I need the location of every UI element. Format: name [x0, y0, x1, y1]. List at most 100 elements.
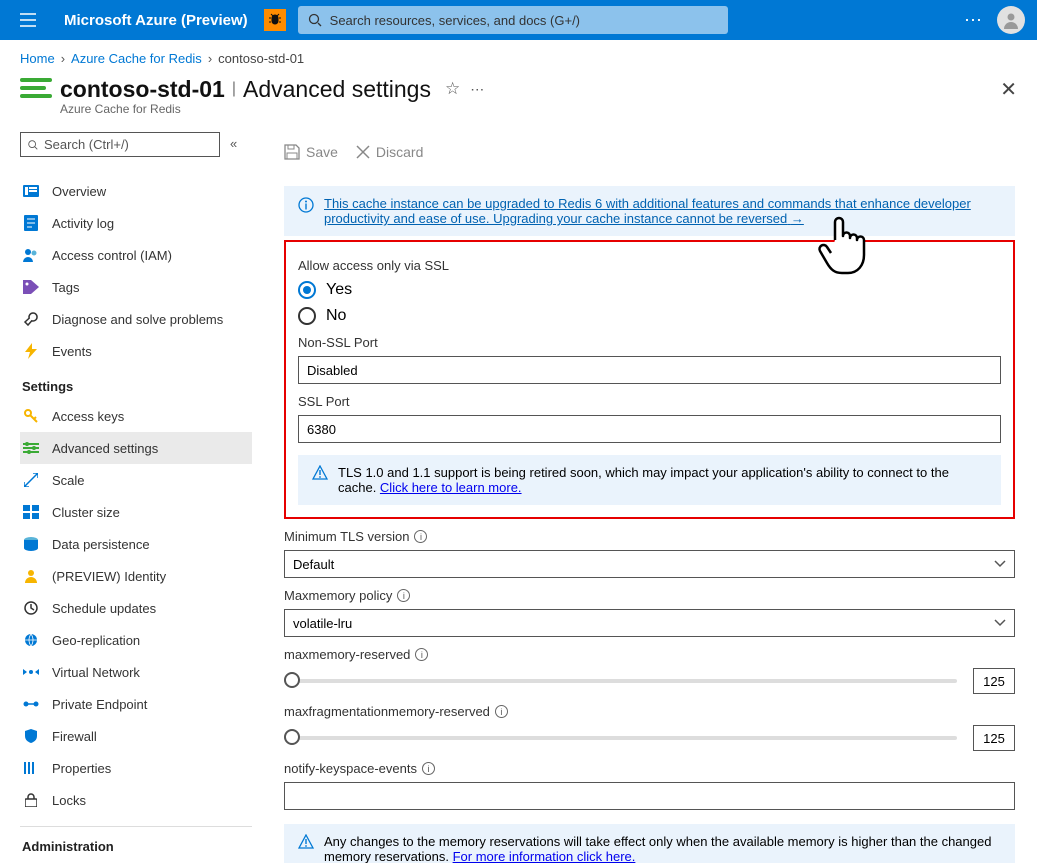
properties-icon: [22, 759, 40, 777]
key-icon: [22, 407, 40, 425]
sidebar-search-input[interactable]: Search (Ctrl+/): [20, 132, 220, 157]
resource-name: contoso-std-01: [60, 76, 225, 103]
non-ssl-port-label: Non-SSL Port: [298, 335, 1001, 350]
lock-icon: [22, 791, 40, 809]
sidebar-item-tags[interactable]: Tags: [20, 271, 252, 303]
ssl-access-label: Allow access only via SSL: [298, 258, 1001, 273]
min-tls-select[interactable]: Default: [284, 550, 1015, 578]
sidebar-item-properties[interactable]: Properties: [20, 752, 252, 784]
log-icon: [22, 214, 40, 232]
warning-icon: [312, 465, 328, 495]
memory-note-banner: Any changes to the memory reservations w…: [284, 824, 1015, 863]
wrench-icon: [22, 310, 40, 328]
chevron-down-icon: [994, 560, 1006, 568]
info-icon[interactable]: i: [495, 705, 508, 718]
save-button[interactable]: Save: [284, 144, 338, 160]
slider-thumb-icon[interactable]: [284, 729, 300, 745]
notify-keyspace-input[interactable]: [284, 782, 1015, 810]
maxmem-reserved-label: maxmemory-reservedi: [284, 647, 1015, 662]
resource-type-label: Azure Cache for Redis: [60, 102, 1037, 116]
warning-icon: [298, 834, 314, 863]
global-search[interactable]: Search resources, services, and docs (G+…: [298, 6, 728, 34]
disk-icon: [22, 535, 40, 553]
ssl-radio-no[interactable]: No: [298, 307, 1001, 325]
sidebar-item-access-control[interactable]: Access control (IAM): [20, 239, 252, 271]
sidebar-heading-settings: Settings: [22, 379, 252, 394]
radio-button-icon: [298, 281, 316, 299]
maxmem-reserved-value[interactable]: 125: [973, 668, 1015, 694]
top-header: Microsoft Azure (Preview) Search resourc…: [0, 0, 1037, 40]
user-avatar[interactable]: [997, 6, 1025, 34]
sidebar-item-data-persistence[interactable]: Data persistence: [20, 528, 252, 560]
shield-icon: [22, 727, 40, 745]
sidebar-item-firewall[interactable]: Firewall: [20, 720, 252, 752]
sidebar-item-identity[interactable]: (PREVIEW) Identity: [20, 560, 252, 592]
people-icon: [22, 246, 40, 264]
sidebar-item-activity-log[interactable]: Activity log: [20, 207, 252, 239]
cluster-icon: [22, 503, 40, 521]
sidebar-item-geo-replication[interactable]: Geo-replication: [20, 624, 252, 656]
clock-icon: [22, 599, 40, 617]
favorite-star-icon[interactable]: ☆: [445, 79, 460, 99]
arrow-right-icon: →: [791, 211, 804, 226]
breadcrumb: Home › Azure Cache for Redis › contoso-s…: [0, 40, 1037, 72]
sidebar-item-diagnose[interactable]: Diagnose and solve problems: [20, 303, 252, 335]
discard-button[interactable]: Discard: [356, 144, 423, 160]
radio-button-icon: [298, 307, 316, 325]
maxmem-reserved-slider[interactable]: [284, 679, 957, 683]
sidebar-item-events[interactable]: Events: [20, 335, 252, 367]
sidebar: Search (Ctrl+/) « Overview Activity log …: [0, 132, 256, 863]
upgrade-banner: This cache instance can be upgraded to R…: [284, 186, 1015, 236]
sidebar-item-private-endpoint[interactable]: Private Endpoint: [20, 688, 252, 720]
sliders-icon: [22, 439, 40, 457]
maxfrag-value[interactable]: 125: [973, 725, 1015, 751]
sidebar-item-advanced-settings[interactable]: Advanced settings: [20, 432, 252, 464]
memory-learn-more-link[interactable]: For more information click here.: [453, 849, 636, 863]
search-icon: [308, 13, 322, 27]
info-icon[interactable]: i: [414, 530, 427, 543]
overview-icon: [22, 182, 40, 200]
ssl-radio-yes[interactable]: Yes: [298, 281, 1001, 299]
tls-learn-more-link[interactable]: Click here to learn more.: [380, 480, 522, 495]
upgrade-link[interactable]: This cache instance can be upgraded to R…: [324, 196, 971, 226]
breadcrumb-home[interactable]: Home: [20, 51, 55, 66]
sidebar-item-cluster-size[interactable]: Cluster size: [20, 496, 252, 528]
slider-thumb-icon[interactable]: [284, 672, 300, 688]
sidebar-item-virtual-network[interactable]: Virtual Network: [20, 656, 252, 688]
hamburger-menu[interactable]: [8, 0, 48, 40]
header-more-icon[interactable]: ⋯: [964, 10, 983, 31]
info-icon[interactable]: i: [422, 762, 435, 775]
min-tls-label: Minimum TLS versioni: [284, 529, 1015, 544]
info-icon[interactable]: i: [415, 648, 428, 661]
sidebar-item-schedule-updates[interactable]: Schedule updates: [20, 592, 252, 624]
info-icon[interactable]: i: [397, 589, 410, 602]
title-more-icon[interactable]: ⋯: [470, 81, 486, 98]
chevron-right-icon: ›: [208, 51, 212, 66]
maxfrag-label: maxfragmentationmemory-reservedi: [284, 704, 1015, 719]
maxmem-policy-select[interactable]: volatile-lru: [284, 609, 1015, 637]
chevron-right-icon: ›: [61, 51, 65, 66]
preview-bug-icon[interactable]: [264, 9, 286, 31]
maxfrag-slider[interactable]: [284, 736, 957, 740]
page-section-title: Advanced settings: [243, 76, 431, 103]
ssl-port-input[interactable]: 6380: [298, 415, 1001, 443]
identity-icon: [22, 567, 40, 585]
sidebar-item-scale[interactable]: Scale: [20, 464, 252, 496]
breadcrumb-level1[interactable]: Azure Cache for Redis: [71, 51, 202, 66]
maxmem-policy-label: Maxmemory policyi: [284, 588, 1015, 603]
close-blade-button[interactable]: ✕: [1000, 77, 1017, 102]
sidebar-item-access-keys[interactable]: Access keys: [20, 400, 252, 432]
page-title-row: contoso-std-01 | Advanced settings ☆ ⋯ ✕: [0, 72, 1037, 104]
non-ssl-port-input[interactable]: Disabled: [298, 356, 1001, 384]
bolt-icon: [22, 342, 40, 360]
save-icon: [284, 144, 300, 160]
breadcrumb-current: contoso-std-01: [218, 51, 304, 66]
chevron-down-icon: [994, 619, 1006, 627]
sidebar-item-overview[interactable]: Overview: [20, 175, 252, 207]
redis-resource-icon: [20, 78, 52, 104]
brand-title: Microsoft Azure (Preview): [48, 12, 264, 29]
sidebar-heading-administration: Administration: [22, 839, 252, 854]
content-area: Save Discard This cache instance can be …: [256, 132, 1037, 863]
sidebar-item-locks[interactable]: Locks: [20, 784, 252, 816]
collapse-sidebar-icon[interactable]: «: [230, 136, 237, 151]
